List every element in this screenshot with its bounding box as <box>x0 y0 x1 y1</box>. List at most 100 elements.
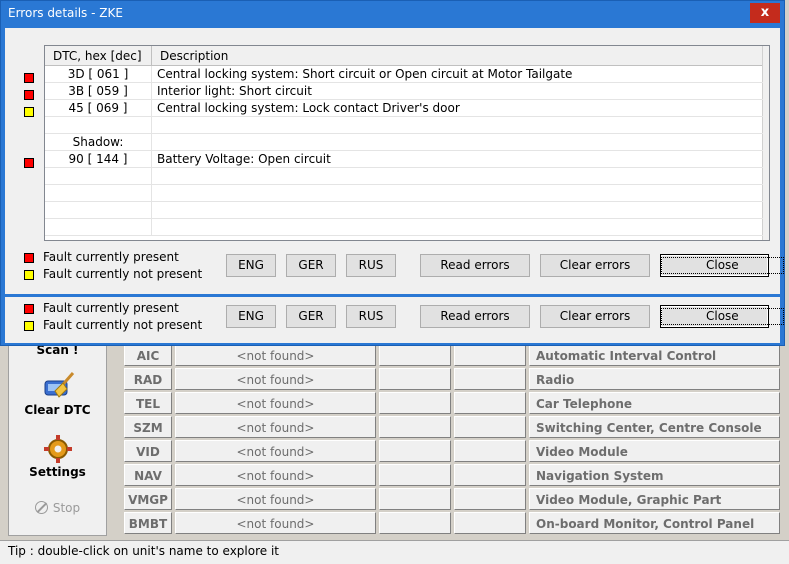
table-row[interactable] <box>45 185 763 202</box>
unit-description: Radio <box>529 368 780 390</box>
close-window-button[interactable]: x <box>750 3 780 23</box>
unit-description: Car Telephone <box>529 392 780 414</box>
close-button-label: Close <box>661 257 784 274</box>
unit-address: <not found> <box>175 392 376 414</box>
unit-description: Video Module, Graphic Part <box>529 488 780 510</box>
eng-button[interactable]: ENG <box>226 254 276 277</box>
stop-icon <box>34 501 48 514</box>
status-bar: Tip : double-click on unit's name to exp… <box>0 540 789 564</box>
dtc-code <box>45 117 152 134</box>
rus-button[interactable]: RUS <box>346 305 396 328</box>
table-row[interactable]: VID <not found> Video Module <box>124 440 780 462</box>
table-row[interactable]: Shadow: <box>45 134 763 151</box>
legend-present-label: Fault currently present <box>43 250 179 264</box>
unit-cell <box>454 440 526 462</box>
unit-address: <not found> <box>175 464 376 486</box>
dialog-titlebar[interactable]: Errors details - ZKE <box>1 1 784 25</box>
unit-name[interactable]: RAD <box>124 368 172 390</box>
read-errors-button[interactable]: Read errors <box>420 305 530 328</box>
unit-name[interactable]: SZM <box>124 416 172 438</box>
unit-address: <not found> <box>175 440 376 462</box>
eng-button[interactable]: ENG <box>226 305 276 328</box>
left-toolbar: Scan ! Clear DTC Settings Stop <box>8 318 107 536</box>
unit-description: Video Module <box>529 440 780 462</box>
unit-cell <box>454 392 526 414</box>
dtc-code: 3B [ 059 ] <box>45 83 152 100</box>
clear-dtc-button[interactable]: Clear DTC <box>9 371 106 417</box>
column-header-dtc[interactable]: DTC, hex [dec] <box>45 46 152 66</box>
read-errors-button[interactable]: Read errors <box>420 254 530 277</box>
table-row[interactable]: RAD <not found> Radio <box>124 368 780 390</box>
dtc-code: 3D [ 061 ] <box>45 66 152 83</box>
dtc-code <box>45 185 152 202</box>
clear-errors-button[interactable]: Clear errors <box>540 254 650 277</box>
legend-present-marker <box>24 253 34 263</box>
fault-not-present-marker <box>24 107 34 117</box>
unit-cell <box>379 488 451 510</box>
table-row[interactable]: 3B [ 059 ] Interior light: Short circuit <box>45 83 763 100</box>
dtc-code <box>45 219 152 236</box>
unit-cell <box>454 416 526 438</box>
unit-name[interactable]: TEL <box>124 392 172 414</box>
stop-label: Stop <box>52 501 81 515</box>
table-row[interactable] <box>45 117 763 134</box>
unit-cell <box>379 368 451 390</box>
dtc-code <box>45 168 152 185</box>
table-row[interactable]: VMGP <not found> Video Module, Graphic P… <box>124 488 780 510</box>
unit-address: <not found> <box>175 416 376 438</box>
unit-name[interactable]: BMBT <box>124 512 172 534</box>
legend-not-present-label: Fault currently not present <box>43 267 203 281</box>
table-row[interactable]: SZM <not found> Switching Center, Centre… <box>124 416 780 438</box>
table-row[interactable]: TEL <not found> Car Telephone <box>124 392 780 414</box>
unit-address: <not found> <box>175 512 376 534</box>
grid-scrollbar[interactable] <box>762 46 769 240</box>
unit-address: <not found> <box>175 488 376 510</box>
close-button[interactable]: Close <box>660 254 784 277</box>
stop-button[interactable]: Stop <box>9 501 106 515</box>
unit-cell <box>379 416 451 438</box>
unit-cell <box>454 344 526 366</box>
fault-present-marker <box>24 90 34 100</box>
table-row[interactable]: BMBT <not found> On-board Monitor, Contr… <box>124 512 780 534</box>
clear-dtc-label: Clear DTC <box>24 403 91 417</box>
ger-button[interactable]: GER <box>286 254 336 277</box>
legend-not-present-label: Fault currently not present <box>43 318 203 332</box>
close-button[interactable]: Close <box>660 305 784 328</box>
dtc-description: Central locking system: Short circuit or… <box>157 67 573 81</box>
unit-name[interactable]: VID <box>124 440 172 462</box>
unit-cell <box>454 512 526 534</box>
dtc-description: Battery Voltage: Open circuit <box>157 152 331 166</box>
clear-errors-button[interactable]: Clear errors <box>540 305 650 328</box>
unit-cell <box>379 392 451 414</box>
unit-cell <box>454 488 526 510</box>
gear-icon <box>43 435 72 463</box>
rus-button[interactable]: RUS <box>346 254 396 277</box>
dtc-grid[interactable]: DTC, hex [dec] Description 3D [ 061 ] Ce… <box>44 45 770 241</box>
legend-present-marker <box>24 304 34 314</box>
unit-cell <box>454 464 526 486</box>
table-row[interactable] <box>45 219 763 236</box>
table-row[interactable]: 90 [ 144 ] Battery Voltage: Open circuit <box>45 151 763 168</box>
table-row[interactable]: 3D [ 061 ] Central locking system: Short… <box>45 66 763 83</box>
unit-address: <not found> <box>175 344 376 366</box>
table-row[interactable]: NAV <not found> Navigation System <box>124 464 780 486</box>
unit-name[interactable]: VMGP <box>124 488 172 510</box>
legend-not-present-marker <box>24 321 34 331</box>
table-row[interactable] <box>45 168 763 185</box>
table-row[interactable]: 45 [ 069 ] Central locking system: Lock … <box>45 100 763 117</box>
fault-present-marker <box>24 73 34 83</box>
table-row[interactable] <box>45 202 763 219</box>
dtc-code: 45 [ 069 ] <box>45 100 152 117</box>
ger-button[interactable]: GER <box>286 305 336 328</box>
table-row[interactable]: AIC <not found> Automatic Interval Contr… <box>124 344 780 366</box>
settings-button[interactable]: Settings <box>9 435 106 479</box>
column-header-description[interactable]: Description <box>152 46 764 66</box>
unit-name[interactable]: AIC <box>124 344 172 366</box>
unit-cell <box>454 368 526 390</box>
unit-description: Navigation System <box>529 464 780 486</box>
unit-cell <box>379 440 451 462</box>
unit-cell <box>379 512 451 534</box>
unit-name[interactable]: NAV <box>124 464 172 486</box>
dialog-title: Errors details - ZKE <box>8 6 123 20</box>
legend-not-present-marker <box>24 270 34 280</box>
